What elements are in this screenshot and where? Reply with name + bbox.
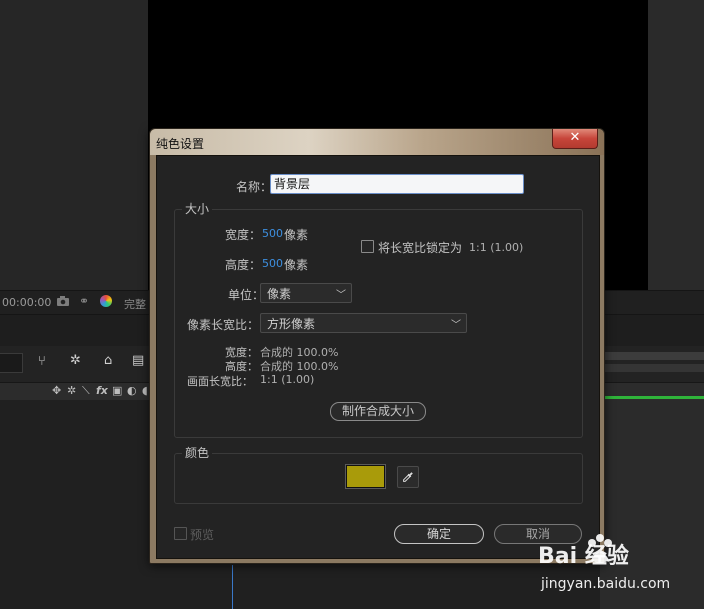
work-area-bar[interactable] <box>600 352 704 360</box>
time-ruler[interactable] <box>600 364 704 372</box>
close-button[interactable]: ✕ <box>552 129 598 149</box>
dialog-body: 名称： 背景层 大小 宽度： 500 像素 高度： 500 像素 将长宽比锁定为… <box>156 155 600 559</box>
pixel-aspect-ratio-select[interactable]: 方形像素 ﹀ <box>260 313 467 333</box>
project-panel <box>0 0 148 290</box>
frame-aspect-ratio-value: 1:1 (1.00) <box>260 373 315 386</box>
draft-3d-icon[interactable]: ✲ <box>70 353 81 368</box>
size-group-legend: 大小 <box>182 200 213 217</box>
close-icon: ✕ <box>569 130 581 145</box>
unit-select-value: 像素 <box>267 287 292 301</box>
pixel-aspect-ratio-value: 方形像素 <box>267 317 316 331</box>
quality-switch-icon[interactable]: ⟍ <box>82 384 90 398</box>
unit-label: 单位： <box>228 288 265 302</box>
eyedropper-icon <box>403 472 413 482</box>
height-value[interactable]: 500 <box>262 257 283 270</box>
timeline-search-input[interactable] <box>0 353 23 373</box>
frame-aspect-ratio-label: 画面长宽比： <box>187 375 253 388</box>
channel-color-icon[interactable] <box>100 295 112 307</box>
lock-aspect-ratio-value: 1:1 (1.00) <box>469 241 524 254</box>
height-label: 高度： <box>225 258 262 272</box>
chevron-down-icon: ﹀ <box>336 290 346 301</box>
chevron-down-icon: ﹀ <box>451 320 461 331</box>
comp-height-value: 合成的 100.0% <box>260 360 339 373</box>
lock-aspect-ratio-checkbox[interactable] <box>361 240 374 253</box>
effect-switch-icon[interactable]: fx <box>96 384 108 397</box>
composition-flowchart-icon[interactable]: ⑂ <box>38 354 46 369</box>
watermark-url: jingyan.baidu.com <box>541 576 671 592</box>
solid-settings-dialog: 纯色设置 ✕ 名称： 背景层 大小 宽度： 500 像素 高度： 500 像素 … <box>149 128 605 564</box>
snapshot-icon[interactable] <box>56 295 70 307</box>
render-cache-bar <box>600 396 704 399</box>
dialog-title: 纯色设置 <box>156 137 205 151</box>
unit-select[interactable]: 像素 ﹀ <box>260 283 352 303</box>
show-snapshot-icon[interactable]: ⚭ <box>79 294 89 308</box>
width-value[interactable]: 500 <box>262 227 283 240</box>
frame-blend-switch-icon[interactable]: ▣ <box>112 384 122 397</box>
motion-blur-switch-icon[interactable]: ◐ <box>127 384 137 397</box>
make-comp-size-button[interactable]: 制作合成大小 <box>330 402 426 421</box>
baidu-paw-icon <box>588 534 612 563</box>
width-label: 宽度： <box>225 228 262 242</box>
comp-height-label: 高度： <box>225 360 258 373</box>
hide-shy-layers-icon[interactable]: ⌂ <box>104 353 112 368</box>
preview-checkbox[interactable] <box>174 527 187 540</box>
right-panel <box>648 0 704 290</box>
pixel-aspect-ratio-label: 像素长宽比： <box>187 318 260 332</box>
eyedropper-button[interactable] <box>397 466 419 488</box>
collapse-switch-icon[interactable]: ✲ <box>67 384 76 397</box>
name-input[interactable]: 背景层 <box>270 174 524 194</box>
lock-aspect-ratio-label[interactable]: 将长宽比锁定为 <box>378 239 462 256</box>
ok-button[interactable]: 确定 <box>394 524 484 544</box>
name-label: 名称： <box>236 180 273 194</box>
height-unit: 像素 <box>284 258 309 272</box>
frame-blending-icon[interactable]: ▤ <box>132 353 144 368</box>
dialog-titlebar[interactable] <box>150 129 604 155</box>
current-time-indicator[interactable] <box>232 565 233 609</box>
color-group-legend: 颜色 <box>182 444 213 461</box>
preview-label: 预览 <box>190 528 215 542</box>
width-unit: 像素 <box>284 228 309 242</box>
color-swatch[interactable] <box>346 465 385 488</box>
timecode-display[interactable]: 00:00:00 <box>2 296 51 309</box>
resolution-dropdown[interactable]: 完整 <box>124 296 146 312</box>
adjustment-layer-switch-icon[interactable]: ◖ <box>142 384 148 397</box>
shy-switch-icon[interactable]: ✥ <box>52 384 61 397</box>
